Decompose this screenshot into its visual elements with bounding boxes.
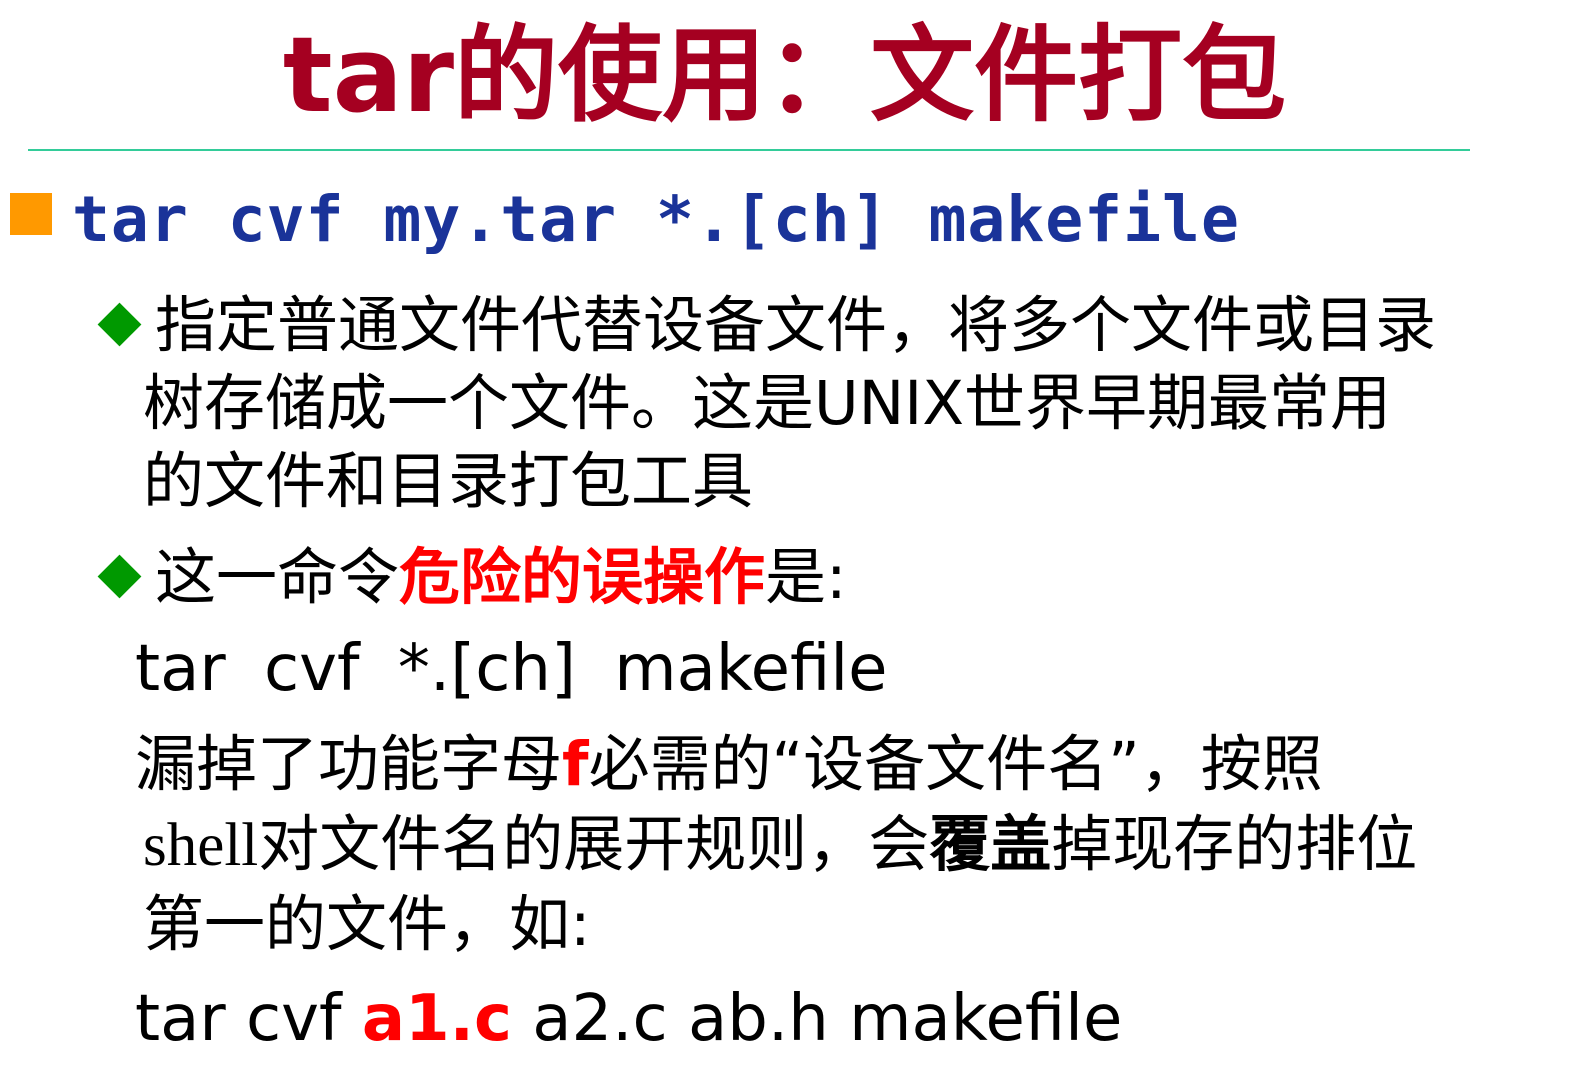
explanation-line1: 漏掉了功能字母f必需的“设备文件名”，按照 [135,726,1323,804]
bullet1-line1: 指定普通文件代替设备文件，将多个文件或目录 [155,290,1437,361]
example-command: tar cvf a1.c a2.c ab.h makefile [135,980,1122,1058]
diamond-bullet-icon [97,302,142,347]
bullet1-line2: 树存储成一个文件。这是UNIX世界早期最常用 [143,368,1392,439]
title-divider [28,149,1470,151]
explanation-text: 漏掉了功能字母 [135,729,563,800]
bullet1-line3: 的文件和目录打包工具 [143,446,754,517]
explanation-line2: shell对文件名的展开规则，会覆盖掉现存的排位 [143,806,1417,885]
shell-word: shell [143,812,259,879]
overwritten-file: a1.c [361,982,512,1056]
command-text: tar cvf my.tar *.[ch] makefile [72,183,1240,256]
explanation-text: 对文件名的展开规则，会 [258,809,930,880]
wrong-command: tar cvf *.[ch] makefile [135,632,888,706]
missing-f-letter: f [562,729,589,800]
diamond-bullet-icon [97,554,142,599]
explanation-text: 掉现存的排位 [1051,809,1418,880]
bullet2-suffix: 是: [765,542,847,613]
example-suffix: a2.c ab.h makefile [511,982,1123,1056]
explanation-line3: 第一的文件，如: [143,889,591,960]
overwrite-word: 覆盖 [929,809,1052,880]
bullet2-prefix: 这一命令 [155,542,400,613]
explanation-text: 必需的“设备文件名”，按照 [588,729,1323,800]
bullet2-text: 这一命令危险的误操作是: [155,539,847,617]
square-bullet-icon [10,193,52,235]
danger-highlight: 危险的误操作 [399,542,766,613]
slide-title: tar的使用：文件打包 [282,14,1287,136]
example-prefix: tar cvf [135,982,362,1056]
